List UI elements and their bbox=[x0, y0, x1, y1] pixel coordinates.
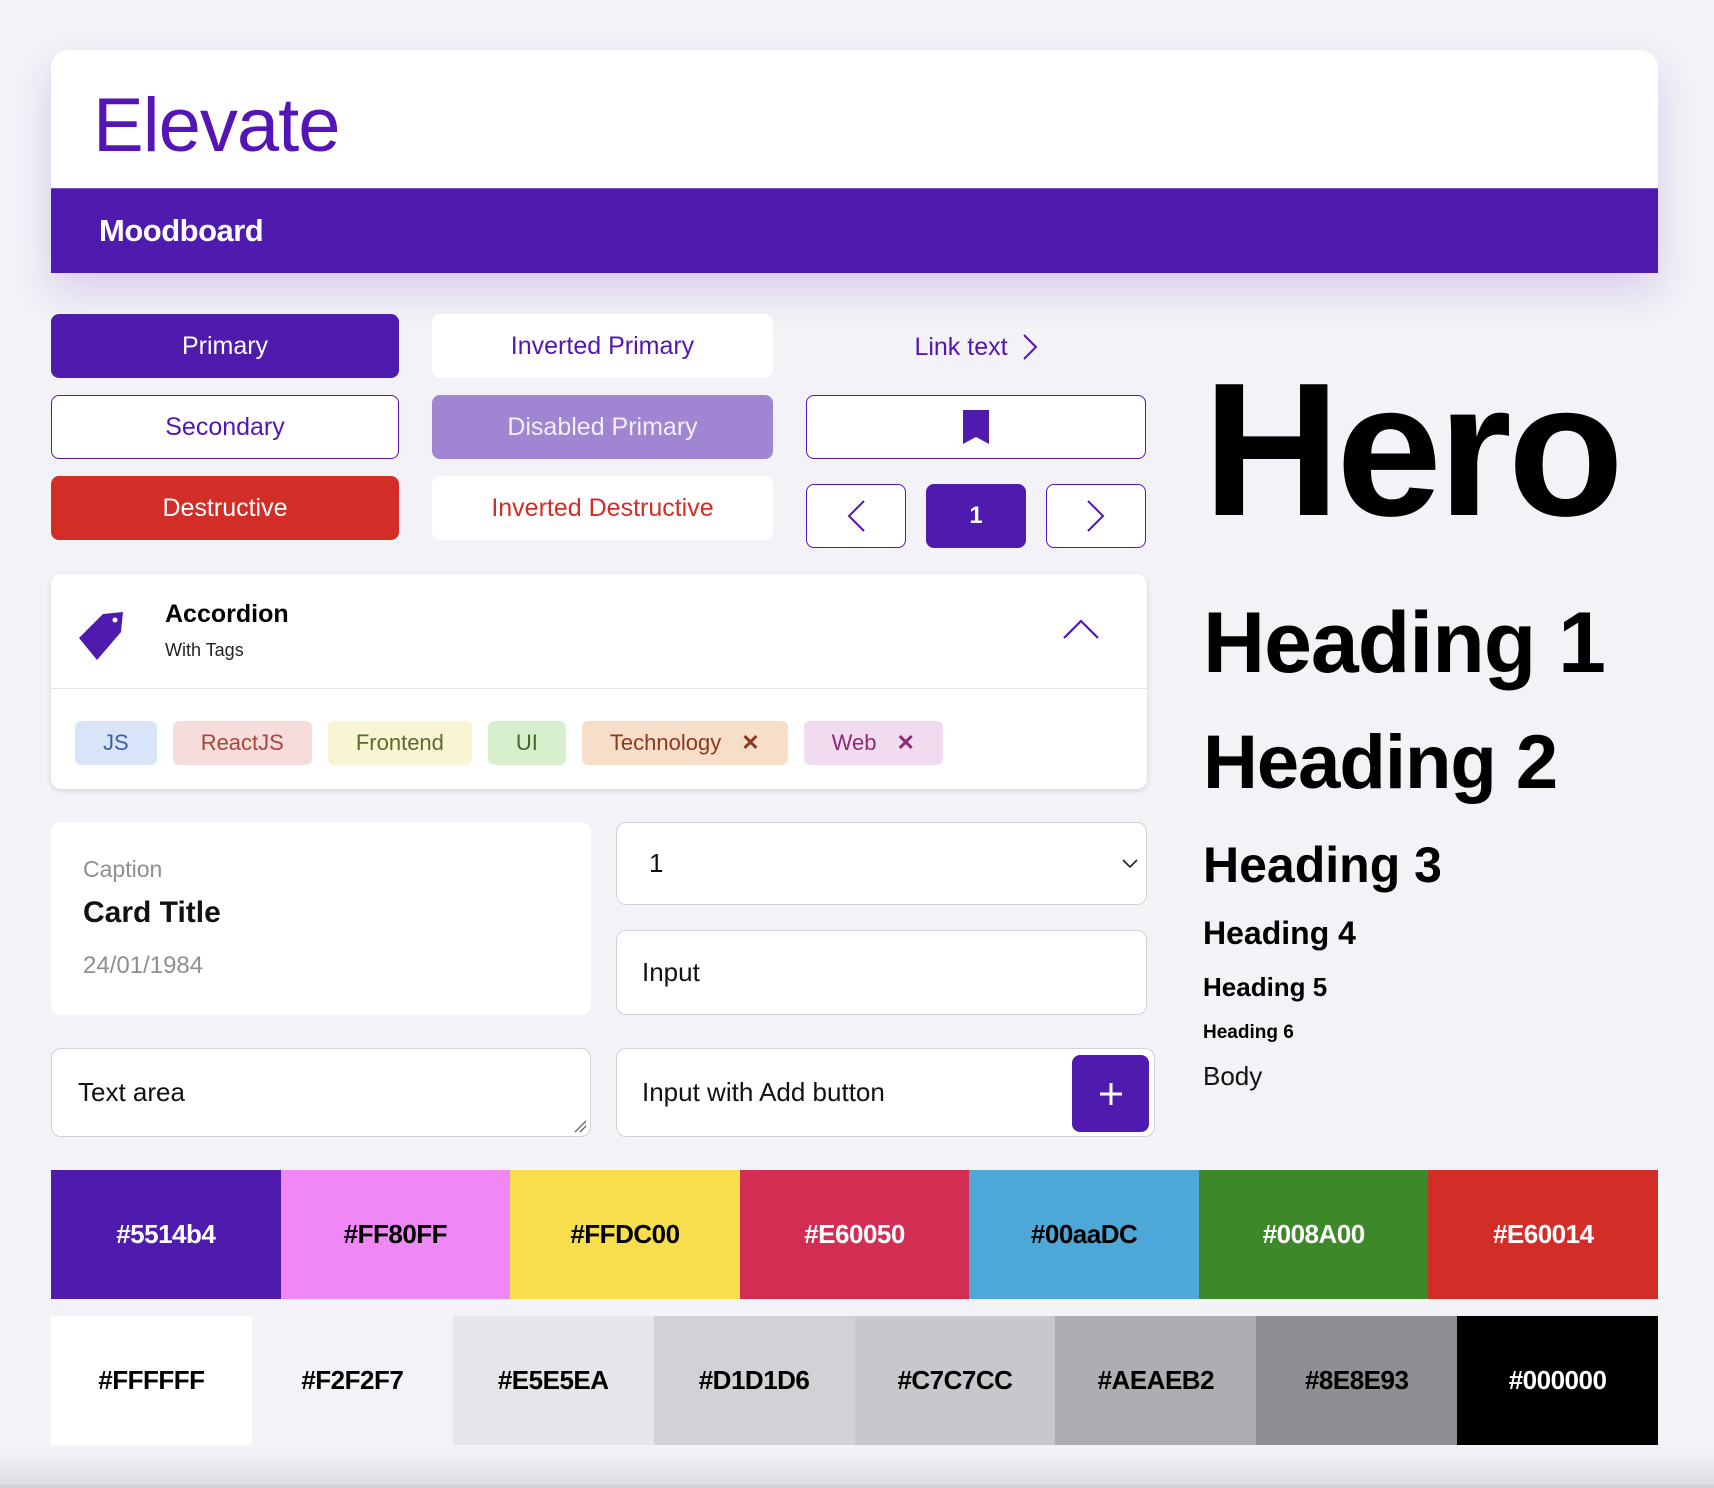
neutral-color-swatch: #F2F2F7 bbox=[251, 1316, 453, 1445]
neutral-palette: #FFFFFF #F2F2F7 #E5E5EA #D1D1D6 #C7C7CC #AEAE… bbox=[51, 1316, 1658, 1445]
remove-tag-icon[interactable]: ✕ bbox=[897, 730, 915, 756]
swatch-hex-label: #E60014 bbox=[1492, 1219, 1594, 1249]
accordion-title: Accordion bbox=[165, 600, 289, 628]
heading-1: Heading 1 bbox=[1203, 595, 1606, 691]
page-bottom-edge bbox=[0, 1452, 1714, 1488]
swatch-hex-label: #00aaDC bbox=[1030, 1219, 1138, 1249]
tag-js[interactable]: JS bbox=[75, 721, 157, 765]
tag-label: ReactJS bbox=[200, 730, 284, 755]
swatch-hex-label: #AEAEB2 bbox=[1097, 1365, 1215, 1395]
neutral-color-swatch: #000000 bbox=[1457, 1316, 1658, 1445]
brand-palette: #5514b4 #FF80FF #FFDC00 #E60050 #00aaDC #008A… bbox=[51, 1170, 1659, 1299]
swatch-hex-label: #FFFFFF bbox=[98, 1365, 205, 1395]
neutral-color-swatch: #8E8E93 bbox=[1256, 1316, 1458, 1445]
heading-5: Heading 5 bbox=[1203, 972, 1328, 1002]
card-date: 24/01/1984 bbox=[83, 952, 204, 979]
remove-tag-icon[interactable]: ✕ bbox=[741, 730, 759, 756]
primary-button[interactable]: Primary bbox=[51, 314, 399, 378]
swatch-hex-label: #E60050 bbox=[804, 1219, 905, 1249]
link-text[interactable]: Link text bbox=[806, 326, 1146, 368]
tag-icon bbox=[79, 612, 123, 660]
neutral-color-swatch: #AEAEB2 bbox=[1055, 1316, 1257, 1445]
bookmark-icon bbox=[963, 410, 989, 444]
brand-color-swatch: #E60050 bbox=[739, 1170, 970, 1299]
select-value: 1 bbox=[649, 848, 664, 878]
heading-6: Heading 6 bbox=[1203, 1022, 1294, 1043]
brand-color-swatch: #5514b4 bbox=[51, 1170, 281, 1299]
swatch-hex-label: #F2F2F7 bbox=[301, 1365, 404, 1395]
brand-color-swatch: #FFDC00 bbox=[510, 1170, 740, 1299]
inverted-destructive-button[interactable]: Inverted Destructive bbox=[432, 476, 773, 540]
tag-ui[interactable]: UI bbox=[487, 721, 566, 765]
chevron-up-icon[interactable] bbox=[1062, 618, 1100, 640]
swatch-hex-label: #FF80FF bbox=[343, 1219, 448, 1249]
tag-label: UI bbox=[515, 730, 538, 755]
accordion-divider bbox=[51, 688, 1147, 689]
add-button[interactable] bbox=[1072, 1055, 1149, 1132]
heading-4: Heading 4 bbox=[1203, 915, 1356, 951]
swatch-hex-label: #E5E5EA bbox=[497, 1365, 609, 1395]
tag-web[interactable]: Web ✕ bbox=[803, 721, 943, 765]
input-with-add[interactable]: Input with Add button bbox=[616, 1048, 1155, 1137]
text-input-value: Input bbox=[642, 957, 700, 987]
heading-2: Heading 2 bbox=[1203, 720, 1558, 805]
chevron-right-icon bbox=[1022, 334, 1037, 360]
card-title: Card Title bbox=[83, 896, 221, 929]
tag-label: JS bbox=[103, 730, 129, 755]
text-area[interactable]: Text area bbox=[51, 1048, 591, 1137]
swatch-hex-label: #008A00 bbox=[1262, 1219, 1366, 1249]
text-area-value: Text area bbox=[78, 1077, 185, 1107]
chevron-down-icon bbox=[1122, 859, 1138, 869]
chevron-left-icon bbox=[847, 500, 865, 532]
inverted-primary-button[interactable]: Inverted Primary bbox=[432, 314, 773, 378]
neutral-color-swatch: #E5E5EA bbox=[452, 1316, 654, 1445]
heading-3: Heading 3 bbox=[1203, 837, 1442, 893]
plus-icon bbox=[1099, 1082, 1122, 1105]
neutral-color-swatch: #FFFFFF bbox=[51, 1316, 252, 1445]
brand-logo: Elevate bbox=[93, 83, 340, 168]
input-with-add-value: Input with Add button bbox=[642, 1077, 885, 1107]
neutral-color-swatch: #D1D1D6 bbox=[653, 1316, 855, 1445]
swatch-hex-label: #FFDC00 bbox=[570, 1219, 680, 1249]
tag-label: Frontend bbox=[355, 730, 444, 755]
tag-label: Technology bbox=[609, 730, 722, 755]
destructive-button[interactable]: Destructive bbox=[51, 476, 399, 540]
secondary-button[interactable]: Secondary bbox=[51, 395, 399, 459]
brand-color-swatch: #FF80FF bbox=[280, 1170, 511, 1299]
chevron-right-icon bbox=[1087, 500, 1105, 532]
swatch-hex-label: #8E8E93 bbox=[1304, 1365, 1409, 1395]
select-dropdown[interactable]: 1 bbox=[616, 822, 1147, 905]
brand-color-swatch: #00aaDC bbox=[969, 1170, 1199, 1299]
card: Caption Card Title 24/01/1984 bbox=[51, 822, 591, 1015]
neutral-color-swatch: #C7C7CC bbox=[854, 1316, 1056, 1445]
nav-title[interactable]: Moodboard bbox=[99, 213, 264, 249]
resize-handle-icon[interactable] bbox=[573, 1119, 587, 1133]
disabled-primary-button[interactable]: Disabled Primary bbox=[432, 395, 773, 459]
header-card: Elevate Moodboard bbox=[51, 50, 1658, 273]
brand-color-swatch: #008A00 bbox=[1198, 1170, 1429, 1299]
text-input[interactable]: Input bbox=[616, 930, 1147, 1015]
swatch-hex-label: #C7C7CC bbox=[897, 1365, 1013, 1395]
tag-reactjs[interactable]: ReactJS bbox=[172, 721, 312, 765]
tag-label: Web bbox=[831, 730, 877, 755]
hero-text: Hero bbox=[1203, 344, 1624, 556]
nav-bar: Moodboard bbox=[51, 188, 1658, 273]
bookmark-button[interactable] bbox=[806, 395, 1146, 459]
pagination-prev-button[interactable] bbox=[806, 484, 906, 548]
tag-list: JS ReactJS Frontend UI Technology ✕ Web ✕ bbox=[75, 721, 943, 765]
swatch-hex-label: #000000 bbox=[1508, 1365, 1607, 1395]
body-text: Body bbox=[1203, 1061, 1263, 1091]
accordion-header[interactable]: Accordion With Tags bbox=[51, 574, 1147, 688]
tag-frontend[interactable]: Frontend bbox=[327, 721, 472, 765]
card-caption: Caption bbox=[83, 856, 163, 882]
swatch-hex-label: #D1D1D6 bbox=[698, 1365, 810, 1395]
swatch-hex-label: #5514b4 bbox=[116, 1219, 216, 1249]
pagination-current-page[interactable]: 1 bbox=[926, 484, 1026, 548]
pagination-next-button[interactable] bbox=[1046, 484, 1146, 548]
brand-color-swatch: #E60014 bbox=[1428, 1170, 1659, 1299]
accordion-subtitle: With Tags bbox=[165, 640, 244, 660]
link-text-label: Link text bbox=[914, 332, 1008, 361]
accordion: Accordion With Tags JS ReactJS Frontend UI T… bbox=[51, 574, 1147, 789]
tag-technology[interactable]: Technology ✕ bbox=[581, 721, 788, 765]
